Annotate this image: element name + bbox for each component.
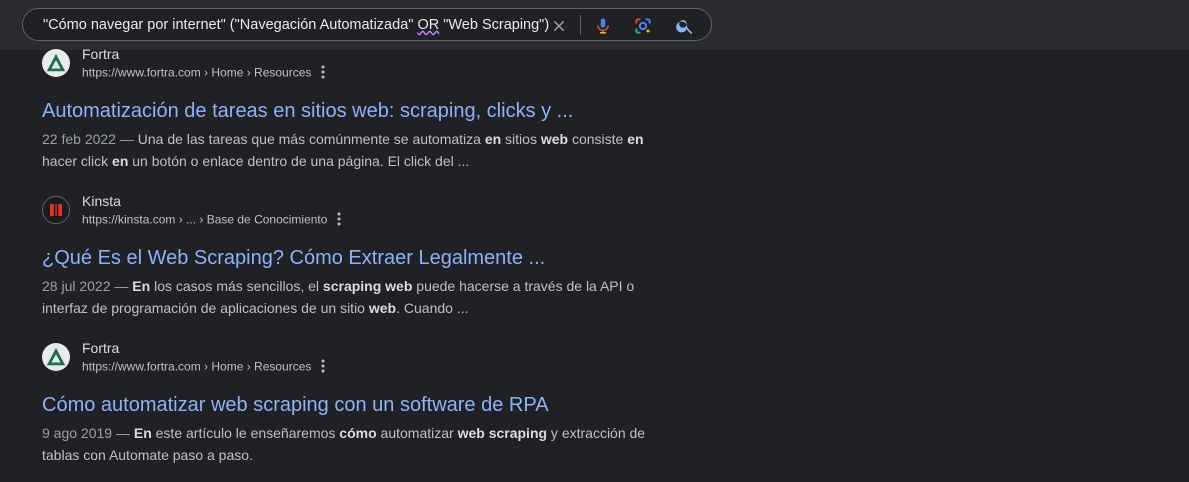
snippet-keyword: web scraping [457, 425, 548, 441]
search-result: Kinsta https://kinsta.com › ... › Base d… [42, 193, 662, 319]
snippet-keyword: web [540, 131, 569, 147]
snippet-text: sitios [501, 131, 541, 147]
query-text-start: "Cómo navegar por internet" ("Navegación… [43, 17, 418, 33]
url-text: https://www.fortra.com › Home › Resource… [82, 65, 312, 80]
snippet-text: hacer click [42, 153, 113, 169]
url-text: https://kinsta.com › ... › Base de Conoc… [82, 212, 328, 227]
snippet-keyword: en [112, 153, 129, 169]
site-name: Fortra [82, 340, 120, 356]
search-button[interactable] [674, 15, 696, 37]
snippet-text: . Cuando ... [396, 300, 469, 316]
query-text-end: "Web Scraping") [439, 17, 550, 33]
snippet-keyword: scraping web [322, 278, 413, 294]
snippet-text: Una de las tareas que más comúnmente se … [133, 131, 485, 147]
snippet-text: los casos más sencillos, el [150, 278, 323, 294]
more-options-button[interactable] [321, 359, 325, 376]
snippet-text: un botón o enlace dentro de una página. … [128, 153, 470, 169]
snippet-keyword: En [133, 425, 152, 441]
fortra-logo-icon [42, 343, 70, 371]
result-title-link[interactable]: Cómo automatizar web scraping con un sof… [42, 392, 662, 418]
voice-search-button[interactable] [592, 15, 614, 37]
url-text: https://www.fortra.com › Home › Resource… [82, 359, 312, 374]
more-vert-icon [321, 65, 325, 79]
search-icon [676, 20, 693, 34]
result-date: 28 jul 2022 — [42, 278, 129, 294]
more-options-button[interactable] [321, 65, 325, 82]
top-bar: "Cómo navegar por internet" ("Navegación… [0, 0, 1189, 50]
snippet-keyword: en [627, 131, 644, 147]
snippet-keyword: en [484, 131, 502, 147]
search-input[interactable]: "Cómo navegar por internet" ("Navegación… [43, 17, 549, 33]
result-url: https://www.fortra.com › Home › Resource… [82, 65, 325, 82]
snippet-keyword: cómo [339, 425, 377, 441]
snippet-text: automatizar [376, 425, 458, 441]
result-source[interactable]: Fortra https://www.fortra.com › Home › R… [42, 340, 662, 382]
result-title-link[interactable]: Automatización de tareas en sitios web: … [42, 98, 662, 124]
result-source[interactable]: Kinsta https://kinsta.com › ... › Base d… [42, 193, 662, 235]
search-divider [580, 15, 581, 35]
result-title-link[interactable]: ¿Qué Es el Web Scraping? Cómo Extraer Le… [42, 245, 662, 271]
snippet-text: consiste [568, 131, 628, 147]
result-date: 9 ago 2019 — [42, 425, 130, 441]
result-date: 22 feb 2022 — [42, 131, 134, 147]
result-snippet: 9 ago 2019 — En este artículo le enseñar… [42, 422, 662, 466]
image-search-button[interactable] [632, 15, 654, 37]
search-result: Fortra https://www.fortra.com › Home › R… [42, 340, 662, 466]
site-name: Kinsta [82, 193, 121, 209]
more-options-button[interactable] [337, 212, 341, 229]
more-vert-icon [337, 212, 341, 226]
close-icon [553, 20, 565, 32]
kinsta-logo-icon [42, 196, 70, 224]
search-box[interactable]: "Cómo navegar por internet" ("Navegación… [22, 8, 712, 41]
search-result: Fortra https://www.fortra.com › Home › R… [42, 46, 662, 172]
result-url: https://kinsta.com › ... › Base de Conoc… [82, 212, 341, 229]
result-url: https://www.fortra.com › Home › Resource… [82, 359, 325, 376]
site-name: Fortra [82, 46, 120, 62]
snippet-keyword: En [132, 278, 151, 294]
query-text-or: OR [417, 17, 440, 33]
google-lens-icon [635, 18, 651, 34]
snippet-text: este artículo le enseñaremos [151, 425, 340, 441]
more-vert-icon [321, 359, 325, 373]
snippet-keyword: web [368, 300, 397, 316]
microphone-icon [597, 18, 609, 34]
clear-search-button[interactable] [548, 15, 570, 37]
result-source[interactable]: Fortra https://www.fortra.com › Home › R… [42, 46, 662, 88]
result-snippet: 22 feb 2022 — Una de las tareas que más … [42, 128, 662, 172]
fortra-logo-icon [42, 49, 70, 77]
result-snippet: 28 jul 2022 — En los casos más sencillos… [42, 275, 662, 319]
